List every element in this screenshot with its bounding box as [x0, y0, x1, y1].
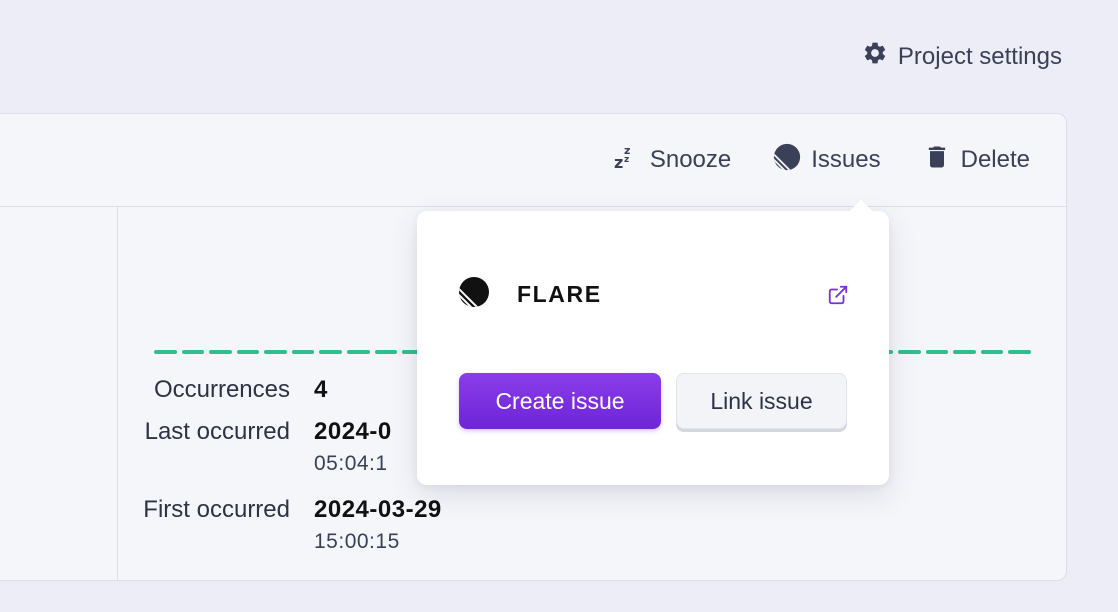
occurrence-bar [953, 350, 976, 354]
stat-value: 2024-0 [314, 418, 392, 445]
snooze-label: Snooze [649, 146, 732, 173]
popover-header: FLARE [458, 276, 849, 313]
zzz-icon: z z z [612, 143, 640, 178]
occurrence-bar [181, 350, 205, 354]
stat-occurrences: Occurrences 4 [141, 376, 442, 418]
stat-label: Occurrences [153, 376, 290, 403]
popover-title: FLARE [517, 281, 602, 307]
link-issue-button[interactable]: Link issue [676, 373, 847, 429]
occurrence-bar [374, 350, 398, 354]
gear-icon [862, 40, 888, 73]
project-settings-link[interactable]: Project settings [862, 40, 1062, 73]
delete-label: Delete [960, 146, 1030, 173]
stat-last-occurred: Last occurred 2024-0 05:04:1 [141, 418, 442, 496]
occurrence-bar [346, 350, 370, 354]
occurrence-bar [898, 350, 921, 354]
popover-actions: Create issue Link issue [459, 373, 847, 429]
stat-label: Last occurred [144, 418, 290, 445]
occurrence-bar [291, 350, 315, 354]
external-link-icon[interactable] [827, 284, 849, 306]
stat-value: 2024-03-29 [314, 496, 442, 523]
project-settings-label: Project settings [897, 42, 1062, 70]
page: Project settings z z z Snooze Issues Del… [0, 0, 1118, 612]
occurrence-bar [319, 350, 342, 354]
create-issue-button[interactable]: Create issue [459, 373, 661, 429]
issues-button[interactable]: Issues [773, 143, 881, 178]
stat-time: 05:04:1 [314, 452, 388, 475]
issues-popover: FLARE Create issue Link issue [417, 199, 889, 485]
stat-value: 4 [314, 376, 328, 403]
stats-block: Occurrences 4 Last occurred 2024-0 05:04… [141, 376, 442, 554]
occurrence-bar [154, 350, 177, 354]
stat-first-occurred: First occurred 2024-03-29 15:00:15 [141, 496, 442, 554]
trash-icon [923, 143, 951, 178]
occurrence-bar [1008, 350, 1031, 354]
card-toolbar: z z z Snooze Issues Delete [0, 114, 1066, 207]
snooze-button[interactable]: z z z Snooze [612, 143, 731, 178]
occurrence-bar [264, 350, 287, 354]
svg-text:z: z [614, 153, 623, 171]
svg-text:z: z [624, 155, 629, 165]
linear-logo-icon [458, 276, 490, 313]
delete-button[interactable]: Delete [923, 143, 1030, 178]
occurrence-bar [236, 350, 260, 354]
occurrence-bar [925, 350, 949, 354]
occurrence-bar [209, 350, 232, 354]
issues-label: Issues [811, 146, 881, 173]
stat-time: 15:00:15 [314, 530, 400, 553]
column-divider [117, 207, 118, 580]
stat-label: First occurred [143, 496, 290, 523]
linear-logo-icon [773, 143, 801, 178]
occurrence-bar [980, 350, 1004, 354]
